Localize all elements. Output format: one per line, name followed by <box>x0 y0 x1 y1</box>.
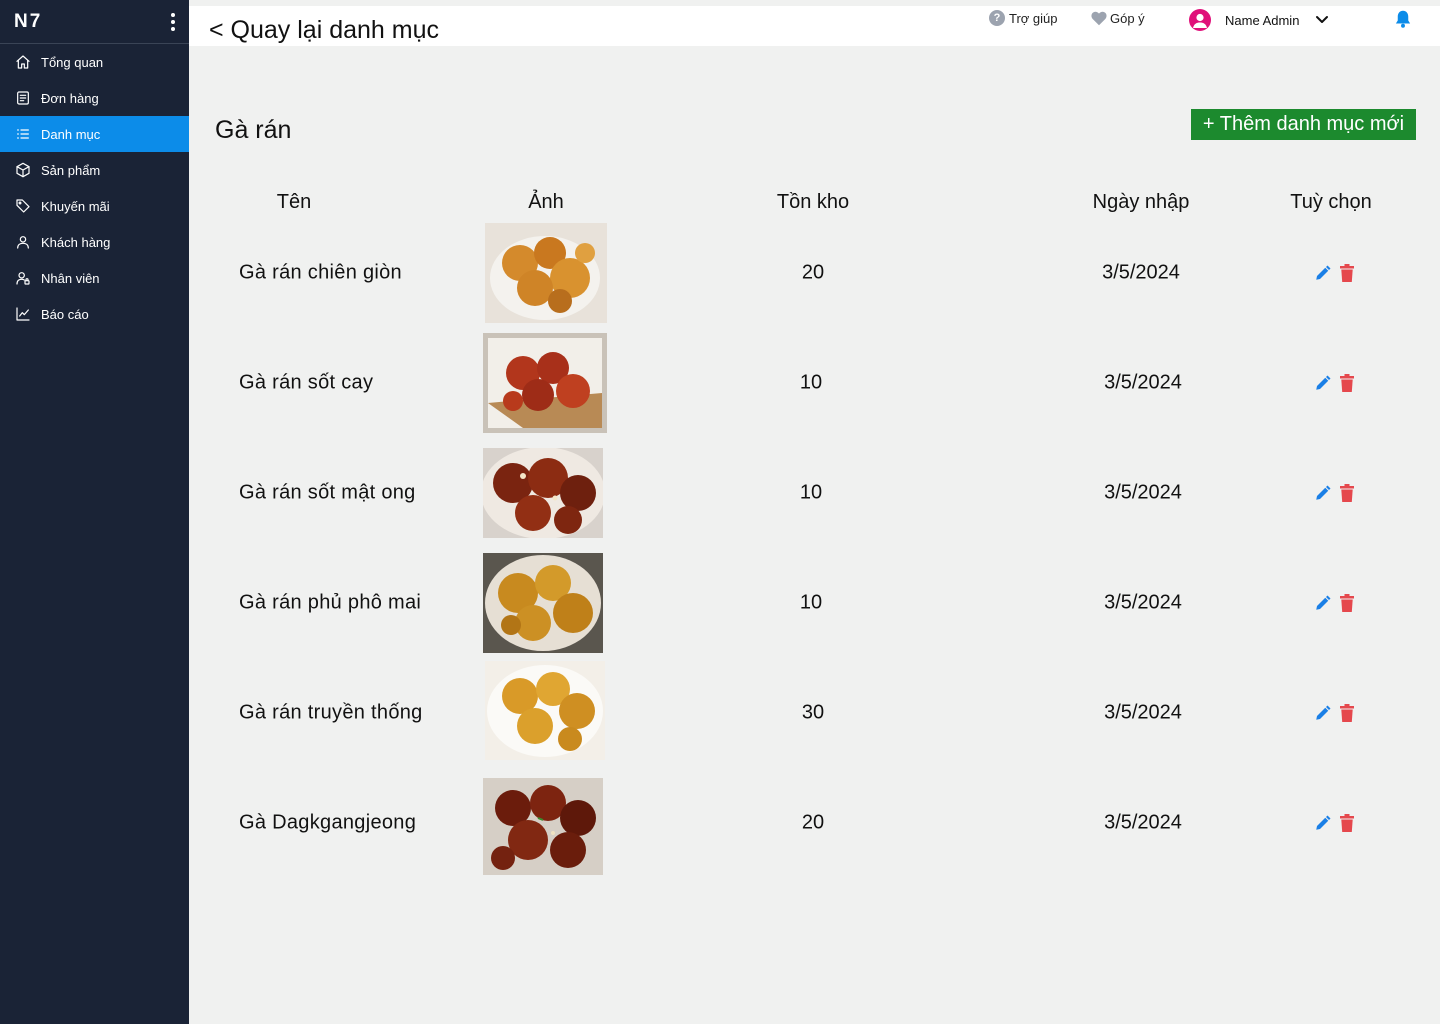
delete-icon[interactable] <box>1340 594 1354 612</box>
list-icon <box>15 126 31 142</box>
product-image <box>483 553 603 653</box>
product-name: Gà rán sốt cay <box>239 371 374 394</box>
edit-icon[interactable] <box>1314 704 1332 722</box>
edit-icon[interactable] <box>1314 484 1332 502</box>
avatar <box>1189 9 1211 31</box>
import-date: 3/5/2024 <box>1104 481 1182 504</box>
stock-value: 10 <box>799 481 823 504</box>
sidebar-item-danh-muc[interactable]: Danh mục <box>0 116 189 152</box>
edit-icon[interactable] <box>1314 264 1332 282</box>
table-row: Gà Dagkgangjeong 20 3/5/2024 <box>189 768 1440 878</box>
product-image <box>485 223 607 323</box>
edit-icon[interactable] <box>1314 814 1332 832</box>
home-icon <box>15 54 31 70</box>
row-actions <box>1314 704 1354 722</box>
question-icon: ? <box>989 10 1005 26</box>
stock-value: 20 <box>801 261 825 284</box>
bell-icon[interactable] <box>1394 9 1412 29</box>
sidebar-item-label: Đơn hàng <box>41 90 99 106</box>
product-image <box>483 448 603 538</box>
product-image <box>483 778 603 875</box>
sidebar-item-label: Tổng quan <box>41 54 104 70</box>
sidebar-item-label: Báo cáo <box>41 306 89 322</box>
sidebar: N7 Tổng quan Đơn hàng Danh mục Sản phẩm … <box>0 0 189 1024</box>
heart-icon <box>1090 10 1108 26</box>
column-header-options: Tuỳ chọn <box>1290 191 1372 213</box>
tag-icon <box>15 198 31 214</box>
row-actions <box>1314 814 1354 832</box>
table-row: Gà rán chiên giòn 20 3/5/2024 <box>189 218 1440 328</box>
brand-logo: N7 <box>14 10 43 32</box>
more-options-icon[interactable] <box>165 12 181 32</box>
delete-icon[interactable] <box>1340 814 1354 832</box>
category-title: Gà rán <box>215 116 292 144</box>
row-actions <box>1314 594 1354 612</box>
help-link[interactable]: ? Trợ giúp <box>989 10 1058 26</box>
stock-value: 30 <box>801 701 825 724</box>
feedback-label: Góp ý <box>1110 10 1145 26</box>
table-row: Gà rán truyền thống 30 3/5/2024 <box>189 658 1440 768</box>
feedback-link[interactable]: Góp ý <box>1090 10 1145 26</box>
sidebar-item-san-pham[interactable]: Sản phẩm <box>0 152 189 188</box>
sidebar-item-don-hang[interactable]: Đơn hàng <box>0 80 189 116</box>
brand-header: N7 <box>0 0 189 44</box>
column-header-date: Ngày nhập <box>1092 191 1190 213</box>
column-header-stock: Tồn kho <box>776 191 850 213</box>
product-name: Gà Dagkgangjeong <box>239 811 417 834</box>
add-category-button[interactable]: + Thêm danh mục mới <box>1191 109 1416 140</box>
import-date: 3/5/2024 <box>1102 261 1180 284</box>
user-icon <box>15 234 31 250</box>
table-row: Gà rán sốt cay 10 3/5/2024 <box>189 328 1440 438</box>
table-row: Gà rán sốt mật ong 10 3/5/2024 <box>189 438 1440 548</box>
edit-icon[interactable] <box>1314 374 1332 392</box>
sidebar-item-bao-cao[interactable]: Báo cáo <box>0 296 189 332</box>
product-image <box>485 661 605 760</box>
user-menu[interactable]: Name Admin <box>1189 9 1329 31</box>
delete-icon[interactable] <box>1340 264 1354 282</box>
back-to-categories-link[interactable]: < Quay lại danh mục <box>209 16 439 45</box>
sidebar-nav: Tổng quan Đơn hàng Danh mục Sản phẩm Khu… <box>0 44 189 332</box>
edit-icon[interactable] <box>1314 594 1332 612</box>
row-actions <box>1314 264 1354 282</box>
import-date: 3/5/2024 <box>1104 811 1182 834</box>
product-name: Gà rán sốt mật ong <box>239 481 416 504</box>
import-date: 3/5/2024 <box>1104 591 1182 614</box>
row-actions <box>1314 374 1354 392</box>
box-icon <box>15 162 31 178</box>
product-name: Gà rán truyền thống <box>239 701 423 724</box>
product-name: Gà rán chiên giòn <box>239 261 402 284</box>
sidebar-item-khach-hang[interactable]: Khách hàng <box>0 224 189 260</box>
sidebar-item-label: Nhân viên <box>41 270 100 286</box>
product-image <box>483 333 607 433</box>
user-name: Name Admin <box>1225 12 1300 28</box>
product-name: Gà rán phủ phô mai <box>239 591 422 614</box>
sidebar-item-khuyen-mai[interactable]: Khuyến mãi <box>0 188 189 224</box>
delete-icon[interactable] <box>1340 374 1354 392</box>
staff-icon <box>15 270 31 286</box>
stock-value: 10 <box>799 371 823 394</box>
help-label: Trợ giúp <box>1009 10 1058 26</box>
row-actions <box>1314 484 1354 502</box>
table-row: Gà rán phủ phô mai 10 3/5/2024 <box>189 548 1440 658</box>
sidebar-item-label: Khuyến mãi <box>41 198 110 214</box>
sidebar-item-tong-quan[interactable]: Tổng quan <box>0 44 189 80</box>
sidebar-item-label: Sản phẩm <box>41 162 101 178</box>
delete-icon[interactable] <box>1340 704 1354 722</box>
stock-value: 10 <box>799 591 823 614</box>
column-header-name: Tên <box>276 191 312 213</box>
chevron-down-icon <box>1315 15 1329 25</box>
import-date: 3/5/2024 <box>1104 701 1182 724</box>
chart-icon <box>15 306 31 322</box>
sidebar-item-label: Danh mục <box>41 126 101 142</box>
delete-icon[interactable] <box>1340 484 1354 502</box>
column-header-image: Ảnh <box>528 191 564 213</box>
document-icon <box>15 90 31 106</box>
top-header: < Quay lại danh mục ? Trợ giúp Góp ý Nam… <box>189 6 1440 46</box>
sidebar-item-label: Khách hàng <box>41 234 111 250</box>
import-date: 3/5/2024 <box>1104 371 1182 394</box>
sidebar-item-nhan-vien[interactable]: Nhân viên <box>0 260 189 296</box>
stock-value: 20 <box>801 811 825 834</box>
